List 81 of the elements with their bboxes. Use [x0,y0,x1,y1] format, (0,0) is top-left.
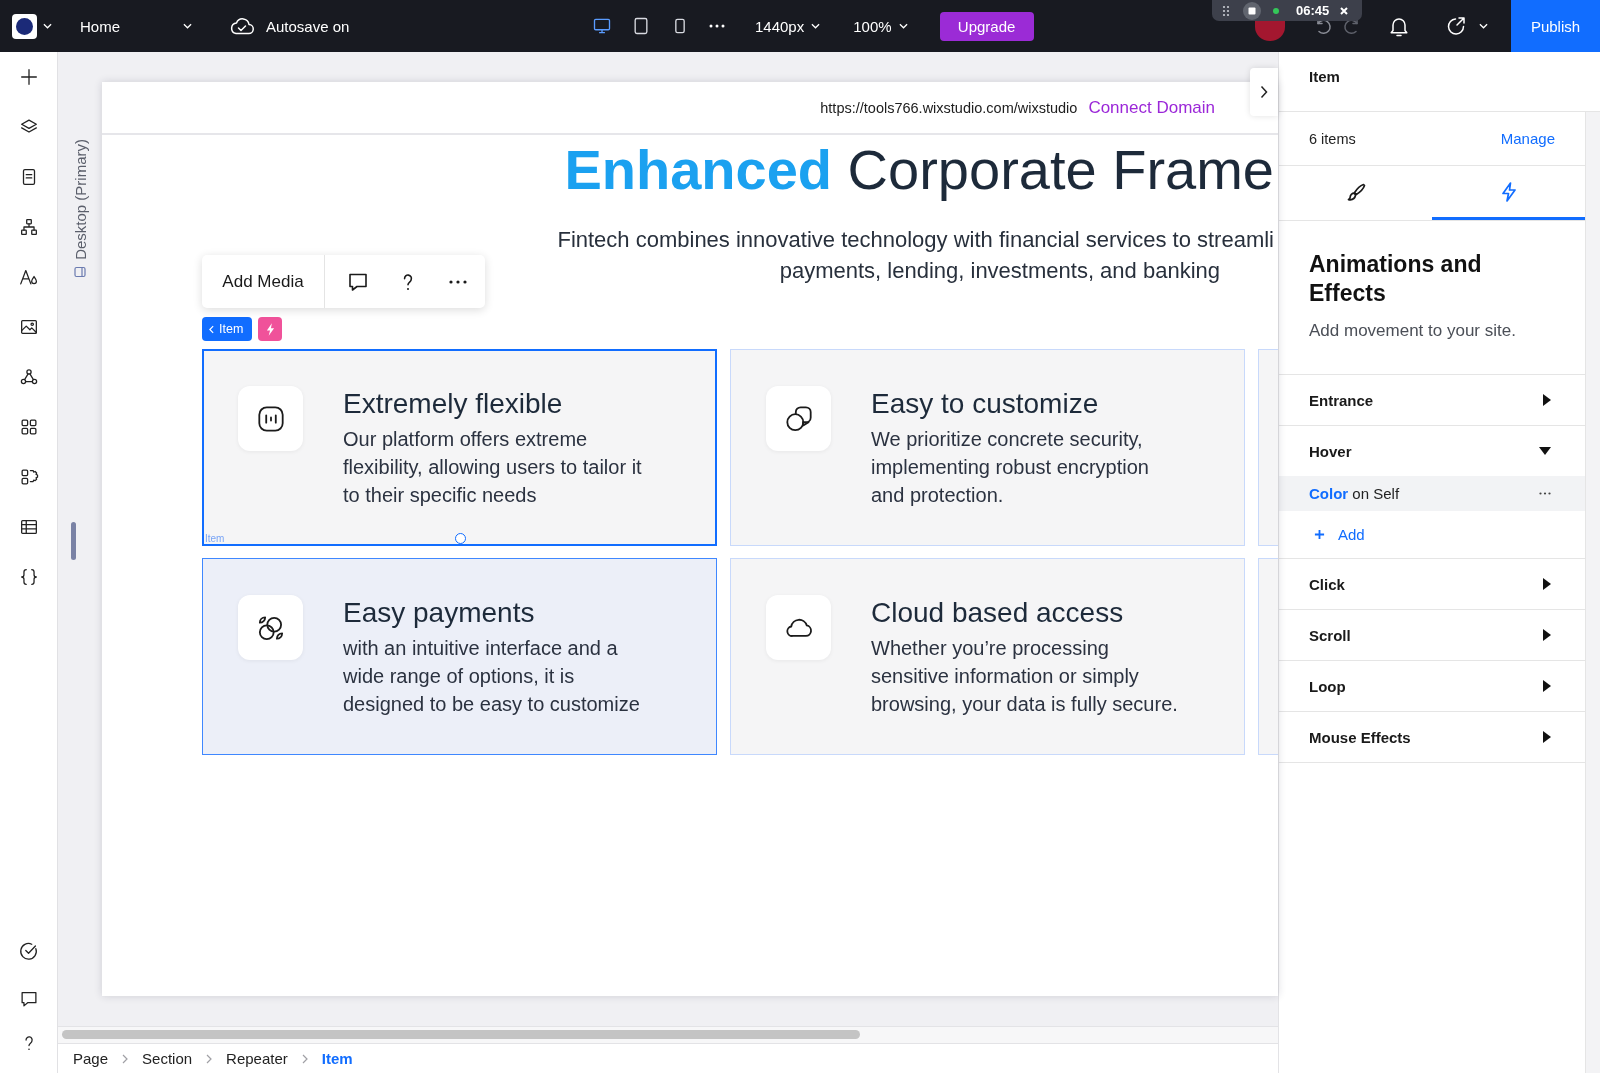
page-heading: Enhanced Corporate Frame [564,138,1274,202]
resize-handle[interactable] [454,533,466,544]
caret-icon[interactable] [1479,23,1488,29]
cloud-icon [766,595,831,660]
feature-card[interactable]: Easy to customize We prioritize concrete security, implementing robust encryption and protection. [730,349,1245,546]
viewport-label: Desktop (Primary) [71,139,89,260]
caret-icon [811,23,821,29]
card-description: Our platform offers extreme flexibility, allowing users to tailor it to their specific needs [343,427,643,508]
item-tag[interactable]: Item [202,317,253,341]
section-description: Add movement to your site. [1309,321,1517,341]
card-title: Cloud based access [871,596,1125,630]
cloud-check-icon [229,16,255,36]
card-description: with an intuitive interface and a wide range of options, it is designed to be easy to customize [343,636,641,717]
element-label: Item [205,533,225,544]
breadcrumb-item[interactable]: Repeater [226,1050,288,1067]
circles-icon [238,595,303,660]
subtitle-text: payments, lending, investments, and banking [779,257,1220,285]
zoom-dropdown[interactable]: 100% [853,10,908,42]
card-title: Extremely flexible [343,387,564,421]
accordion-header[interactable]: Hover [1279,426,1585,476]
chevron-icon [122,1053,129,1064]
upgrade-button[interactable]: Upgrade [939,11,1034,41]
plus-icon [1314,529,1325,540]
breakpoint-dropdown[interactable]: 1440px [755,10,821,42]
effect-target: on Self [1352,485,1400,502]
check-circle-icon[interactable] [17,940,40,962]
panel-title: Item [1309,68,1340,85]
status-dot [1273,7,1279,14]
logo-icon[interactable] [12,13,37,39]
more-icon[interactable] [709,24,725,28]
card-title: Easy payments [343,596,536,630]
overlap-icon [766,386,831,451]
bell-icon[interactable] [1389,15,1409,37]
effect-name: Color [1309,485,1349,502]
feature-card[interactable]: Extremely flexible Our platform offers extreme flexibility, allowing users to tailor it to their specific needs Item [202,349,717,546]
close-icon[interactable] [1339,5,1350,16]
accordion-header[interactable]: Mouse Effects [1279,712,1585,762]
accordion-header[interactable]: Entrance [1279,375,1585,425]
recording-time: 06:45 [1296,3,1330,18]
chevron-icon [301,1053,308,1064]
device-icon [74,265,86,278]
more-icon[interactable] [449,279,467,284]
accordion-header[interactable]: Loop [1279,661,1585,711]
chevron-right-icon [1260,85,1268,99]
scroll-handle[interactable] [71,521,76,560]
chevron-left-icon [209,324,214,334]
card-title: Easy to customize [871,387,1100,421]
chevron-icon [206,1053,213,1064]
manage-link[interactable]: Manage [1500,130,1555,147]
accordion-header[interactable]: Scroll [1279,610,1585,660]
add-effect-button[interactable]: Add [1279,511,1365,558]
more-icon[interactable] [1539,492,1551,495]
stop-icon[interactable] [1243,1,1261,20]
feature-card[interactable]: Easy payments with an intuitive interface and a wide range of options, it is designed to be easy to customize [202,558,717,755]
animation-tag[interactable] [258,317,283,341]
effect-row[interactable]: Color on Self [1279,476,1585,511]
caret-icon [898,23,908,29]
publish-button[interactable]: Publish [1511,0,1600,52]
scrollbar-thumb[interactable] [62,1030,860,1039]
section-heading: Animations and Effects [1309,250,1483,308]
breadcrumb-item[interactable]: Page [73,1050,109,1067]
feature-card[interactable]: Cloud based access Whether you’re processing sensitive information or simply browsing, your data is fully secure. [730,558,1245,755]
breadcrumb-item[interactable]: Item [321,1050,353,1067]
card-description: Whether you’re processing sensitive information or simply browsing, your data is fully secure. [871,636,1179,717]
desktop-icon[interactable] [592,16,612,36]
card-description: We prioritize concrete security, implementing robust encryption and protection. [871,427,1150,508]
page-dropdown[interactable]: Home [80,10,192,42]
bars-icon [238,386,303,451]
caret-icon [183,23,192,29]
lightning-icon [265,322,275,336]
item-count: 6 items [1309,130,1356,147]
add-media-button[interactable]: Add Media [202,255,325,308]
caret-icon[interactable] [43,23,52,29]
subtitle-text: Fintech combines innovative technology with financial services to streamli [557,226,1274,254]
grip-icon[interactable] [1222,4,1230,17]
site-url: https://tools766.wixstudio.com/wixstudio [820,99,1078,116]
connect-domain-link[interactable]: Connect Domain [1088,97,1215,118]
circle-arrow-icon[interactable] [1445,15,1467,37]
breadcrumb-item[interactable]: Section [142,1050,193,1067]
accordion-header[interactable]: Click [1279,559,1585,609]
autosave-status: Autosave on [266,17,350,35]
